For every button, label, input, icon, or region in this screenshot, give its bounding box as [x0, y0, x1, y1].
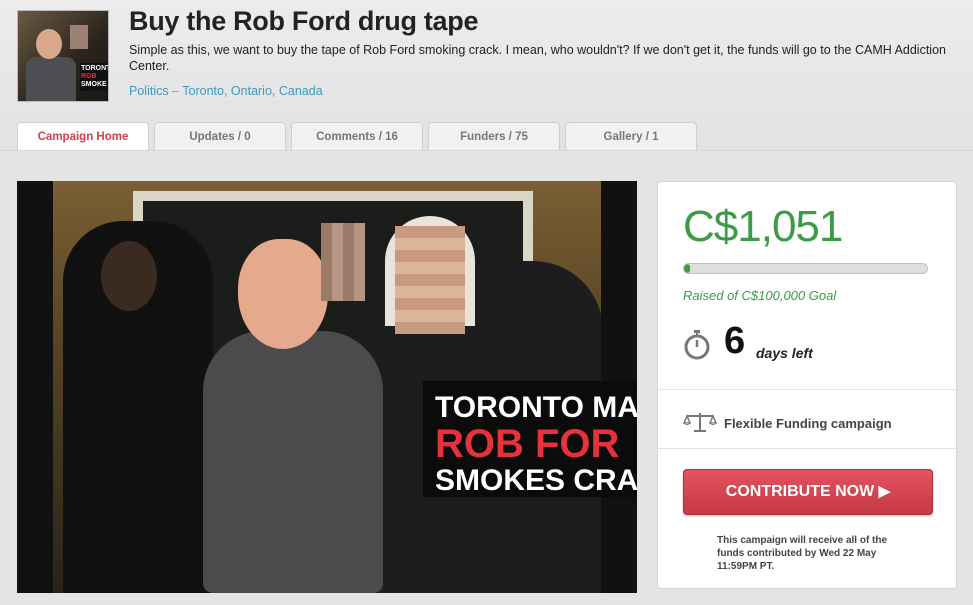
pixelated-face [395, 226, 465, 334]
days-left-label: days left [756, 345, 813, 361]
goal-text: Raised of C$100,000 Goal [683, 288, 837, 303]
photo-caption: TORONTO MAY ROB FOR SMOKES CRA [423, 381, 637, 497]
thumbnail-line-3: SMOKE [81, 81, 107, 88]
caption-line-2: ROB FOR [435, 422, 620, 466]
play-arrow-icon: ▶ [878, 483, 891, 500]
tab-updates[interactable]: Updates / 0 [154, 122, 286, 151]
tab-divider [0, 150, 973, 151]
thumbnail-line-2: ROB [81, 73, 97, 80]
pixelated-face [321, 223, 365, 301]
campaign-title: Buy the Rob Ford drug tape [129, 6, 479, 36]
campaign-thumbnail[interactable]: TORONTO ROB SMOKE [17, 10, 109, 102]
funding-panel: C$1,051 Raised of C$100,000 Goal 6 days … [657, 181, 957, 589]
campaign-media[interactable]: TORONTO MAY ROB FOR SMOKES CRA [17, 181, 637, 593]
tab-funders[interactable]: Funders / 75 [428, 122, 560, 151]
meta-separator: – [172, 84, 180, 98]
panel-divider [658, 389, 956, 390]
panel-divider [658, 448, 956, 449]
location-link[interactable]: Toronto, Ontario, Canada [182, 84, 322, 98]
tab-gallery[interactable]: Gallery / 1 [565, 122, 697, 151]
contribute-label: CONTRIBUTE NOW [725, 483, 875, 500]
thumbnail-line-1: TORONTO [81, 65, 108, 72]
funding-note: This campaign will receive all of the fu… [717, 535, 888, 572]
contribute-now-button[interactable]: CONTRIBUTE NOW ▶ [683, 469, 933, 515]
thumbnail-label: TORONTO ROB SMOKE [80, 63, 108, 91]
campaign-description: Simple as this, we want to buy the tape … [129, 43, 946, 73]
progress-fill [684, 264, 691, 273]
stopwatch-icon [684, 330, 710, 360]
campaign-meta: Politics – Toronto, Ontario, Canada [129, 84, 323, 98]
caption-line-1: TORONTO MAY [435, 391, 637, 424]
amount-raised: C$1,051 [683, 202, 843, 251]
funding-type: Flexible Funding campaign [724, 416, 892, 431]
category-link[interactable]: Politics [129, 84, 169, 98]
balance-scale-icon [683, 413, 717, 432]
funding-progress-bar [683, 263, 928, 274]
tab-comments[interactable]: Comments / 16 [291, 122, 423, 151]
days-left-number: 6 [724, 320, 746, 362]
tab-campaign-home[interactable]: Campaign Home [17, 122, 149, 151]
caption-line-3: SMOKES CRA [435, 464, 637, 497]
